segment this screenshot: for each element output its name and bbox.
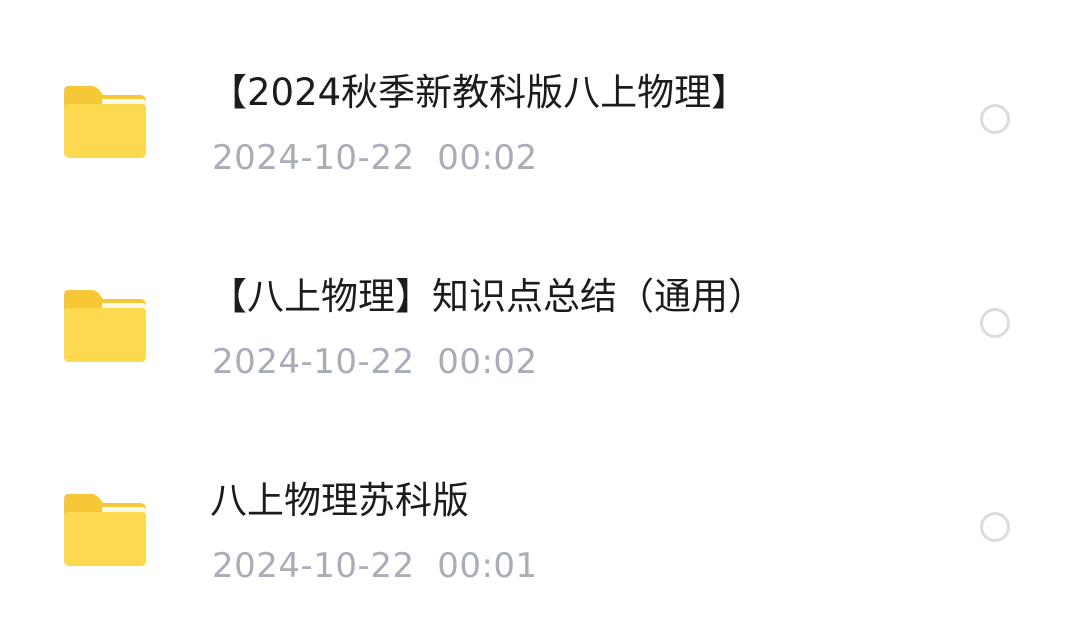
file-date: 2024-10-22 00:02 [212,342,538,382]
file-row[interactable]: 八上物理苏科版 2024-10-22 00:01 [0,428,1080,632]
select-radio[interactable] [980,512,1010,542]
folder-icon [62,82,148,160]
select-radio[interactable] [980,308,1010,338]
file-list: 【2024秋季新教科版八上物理】 2024-10-22 00:02 【八上物理】… [0,0,1080,640]
file-name: 八上物理苏科版 [210,479,469,522]
file-row[interactable]: 【八上物理】知识点总结（通用） 2024-10-22 00:02 [0,224,1080,428]
file-name: 【八上物理】知识点总结（通用） [210,275,765,318]
file-date: 2024-10-22 00:02 [212,138,538,178]
folder-icon [62,286,148,364]
file-name: 【2024秋季新教科版八上物理】 [210,71,749,114]
folder-icon [62,490,148,568]
select-radio[interactable] [980,104,1010,134]
file-row[interactable]: 【2024秋季新教科版八上物理】 2024-10-22 00:02 [0,20,1080,224]
file-date: 2024-10-22 00:01 [212,546,538,586]
